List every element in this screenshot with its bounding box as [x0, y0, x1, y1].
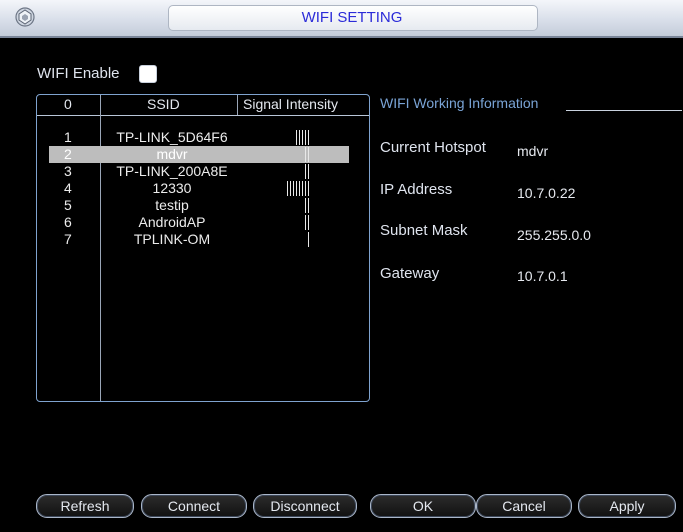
title-bar: WIFI SETTING [0, 0, 683, 38]
current-hotspot-label: Current Hotspot [380, 139, 486, 156]
signal-strength-bars [305, 164, 311, 179]
window-title: WIFI SETTING [301, 9, 403, 26]
network-row[interactable]: 7 TPLINK-OM [49, 231, 349, 248]
network-index: 1 [64, 129, 72, 145]
network-index: 6 [64, 214, 72, 230]
wifi-setting-window: WIFI SETTING WIFI Enable 0 SSID Signal I… [0, 0, 683, 532]
network-row[interactable]: 6 AndroidAP [49, 214, 349, 231]
info-title-underline [566, 110, 682, 111]
network-index: 5 [64, 197, 72, 213]
signal-strength-bars [305, 198, 311, 213]
current-hotspot-value: mdvr [517, 143, 549, 159]
cancel-button[interactable]: Cancel [476, 494, 572, 518]
network-ssid: testip [155, 197, 189, 213]
column-header-signal[interactable]: Signal Intensity [243, 96, 338, 112]
apply-button[interactable]: Apply [578, 494, 676, 518]
wifi-network-list[interactable]: 0 SSID Signal Intensity 1 TP-LINK_5D64F6 2… [36, 94, 370, 402]
wifi-enable-label: WIFI Enable [37, 65, 120, 82]
ip-address-value: 10.7.0.22 [517, 185, 576, 201]
network-ssid: AndroidAP [138, 214, 206, 230]
wifi-enable-checkbox[interactable] [139, 65, 157, 83]
network-row[interactable]: 4 12330 [49, 180, 349, 197]
ip-address-label: IP Address [380, 181, 453, 198]
network-row[interactable]: 1 TP-LINK_5D64F6 [49, 129, 349, 146]
info-section-title: WIFI Working Information [380, 95, 539, 111]
network-index: 3 [64, 163, 72, 179]
subnet-mask-label: Subnet Mask [380, 222, 468, 239]
network-row[interactable]: 5 testip [49, 197, 349, 214]
column-header-ssid[interactable]: SSID [147, 96, 180, 112]
network-index: 2 [64, 146, 72, 162]
network-ssid: TPLINK-OM [133, 231, 211, 247]
signal-strength-bars [305, 147, 311, 162]
network-ssid: 12330 [152, 180, 192, 196]
gateway-label: Gateway [380, 265, 440, 282]
signal-strength-bars [305, 215, 311, 230]
column-header-index[interactable]: 0 [64, 96, 72, 112]
subnet-mask-value: 255.255.0.0 [517, 227, 591, 243]
gateway-value: 10.7.0.1 [517, 268, 568, 284]
app-logo-icon [15, 7, 35, 27]
network-ssid: TP-LINK_200A8E [116, 163, 228, 179]
list-header: 0 SSID Signal Intensity [37, 95, 369, 401]
network-index: 7 [64, 231, 72, 247]
signal-strength-bars [296, 130, 311, 145]
refresh-button[interactable]: Refresh [36, 494, 134, 518]
column-divider [237, 95, 238, 115]
network-ssid: mdvr [156, 146, 188, 162]
network-row[interactable]: 3 TP-LINK_200A8E [49, 163, 349, 180]
network-ssid: TP-LINK_5D64F6 [116, 129, 228, 145]
network-row[interactable]: 2 mdvr [49, 146, 349, 163]
disconnect-button[interactable]: Disconnect [253, 494, 357, 518]
network-index: 4 [64, 180, 72, 196]
signal-strength-bars [308, 232, 311, 247]
ok-button[interactable]: OK [370, 494, 476, 518]
signal-strength-bars [287, 181, 311, 196]
connect-button[interactable]: Connect [141, 494, 247, 518]
